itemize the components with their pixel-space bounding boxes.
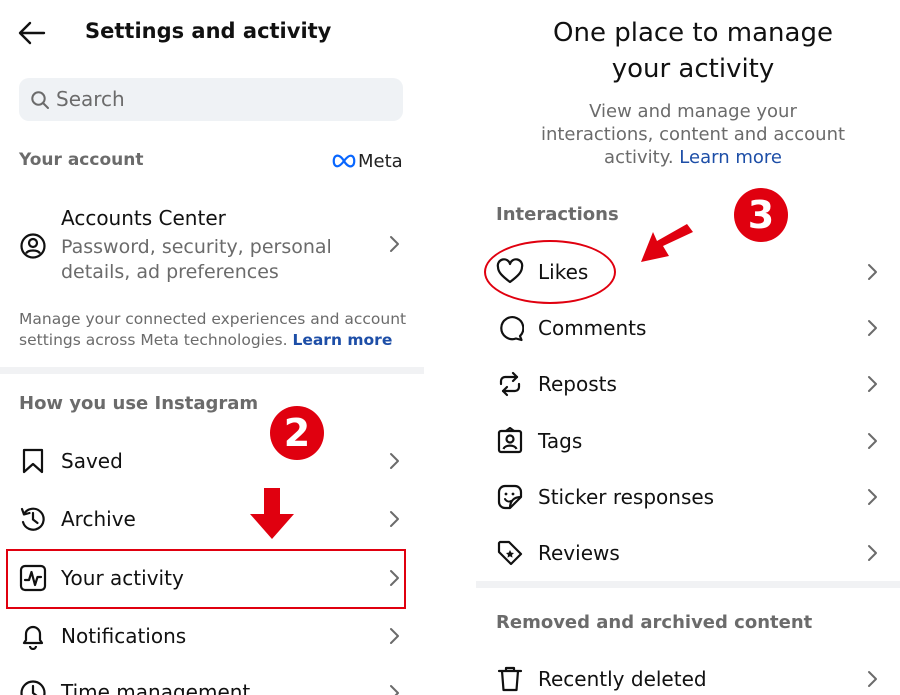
manage-text-line-1: Manage your connected experiences and ac… <box>19 310 407 328</box>
accounts-center-subtitle-1: Password, security, personal <box>61 236 332 258</box>
back-button[interactable] <box>16 18 48 48</box>
chevron-right-icon <box>390 453 399 469</box>
settings-and-activity-screen: Settings and activity Search Your accoun… <box>0 0 424 695</box>
chevron-right-icon <box>868 671 877 687</box>
learn-more-link[interactable]: Learn more <box>679 147 782 168</box>
menu-item-archive[interactable]: Archive <box>0 490 424 546</box>
chevron-right-icon <box>390 628 399 644</box>
chevron-right-icon <box>868 433 877 449</box>
meta-logo: Meta <box>332 150 403 172</box>
bell-icon <box>22 625 44 650</box>
repost-icon <box>499 371 521 397</box>
search-icon <box>31 91 49 109</box>
chevron-right-icon <box>390 236 399 252</box>
menu-item-label: Archive <box>61 507 136 531</box>
chevron-right-icon <box>868 376 877 392</box>
accounts-center-title: Accounts Center <box>61 206 226 230</box>
accounts-center-item[interactable]: Accounts Center Password, security, pers… <box>0 200 424 292</box>
manage-text-line-2-wrap: settings across Meta technologies. Learn… <box>19 331 392 349</box>
chevron-right-icon <box>868 489 877 505</box>
chevron-right-icon <box>868 264 877 280</box>
search-input[interactable]: Search <box>56 87 125 111</box>
activity-title-line-2: your activity <box>611 54 775 84</box>
account-circle-icon <box>20 233 46 259</box>
your-account-label: Your account <box>19 150 144 170</box>
activity-desc-line-3: activity. <box>604 147 674 168</box>
annotation-down-arrow <box>250 488 294 539</box>
chevron-right-icon <box>390 511 399 527</box>
step-badge: 3 <box>734 188 788 242</box>
activity-item-tags[interactable]: Tags <box>476 413 900 469</box>
chevron-right-icon <box>868 320 877 336</box>
activity-title-line-1: One place to manage <box>553 18 833 48</box>
activity-desc-line-3-wrap: activity. Learn more <box>476 147 900 168</box>
menu-item-label: Time management <box>61 680 251 695</box>
activity-item-label: Comments <box>538 316 647 340</box>
search-bar[interactable]: Search <box>19 78 403 121</box>
meta-infinity-icon <box>332 154 356 168</box>
activity-item-label: Reviews <box>538 541 620 565</box>
menu-item-label: Saved <box>61 449 123 473</box>
activity-item-label: Tags <box>538 429 583 453</box>
accounts-center-subtitle-2: details, ad preferences <box>61 261 279 283</box>
activity-desc-line-2: interactions, content and account <box>540 124 846 145</box>
meta-logo-text: Meta <box>358 150 403 172</box>
activity-desc-line-1: View and manage your <box>589 101 797 122</box>
clock-icon <box>20 680 46 695</box>
tag-person-icon <box>497 427 523 454</box>
menu-item-time-management[interactable]: Time management <box>0 664 424 695</box>
activity-item-label: Recently deleted <box>538 667 707 691</box>
activity-item-recently-deleted[interactable]: Recently deleted <box>476 651 900 695</box>
step-badge-number: 3 <box>747 193 775 237</box>
trash-icon <box>497 666 523 692</box>
activity-item-label: Reposts <box>538 372 617 396</box>
section-divider <box>0 367 424 374</box>
bookmark-icon <box>22 448 44 474</box>
your-activity-screen: One place to manage your activity View a… <box>476 0 900 695</box>
activity-item-sticker-responses[interactable]: Sticker responses <box>476 469 900 525</box>
section-divider <box>476 581 900 588</box>
activity-item-label: Sticker responses <box>538 485 715 509</box>
panel-gap <box>424 0 476 695</box>
activity-item-comments[interactable]: Comments <box>476 300 900 356</box>
review-tag-icon <box>497 540 523 566</box>
highlight-ellipse <box>484 240 616 304</box>
menu-item-saved[interactable]: Saved <box>0 432 424 488</box>
interactions-label: Interactions <box>496 204 619 225</box>
learn-more-link[interactable]: Learn more <box>292 331 392 349</box>
back-arrow-icon <box>18 21 46 45</box>
menu-item-label: Notifications <box>61 624 187 648</box>
comment-icon <box>500 316 524 342</box>
archive-clock-icon <box>20 507 45 531</box>
activity-item-reposts[interactable]: Reposts <box>476 356 900 412</box>
section-label: How you use Instagram <box>19 393 259 414</box>
sticker-icon <box>497 484 523 510</box>
manage-text-line-2: settings across Meta technologies. <box>19 331 288 349</box>
chevron-right-icon <box>390 685 399 695</box>
chevron-right-icon <box>868 545 877 561</box>
page-title: Settings and activity <box>85 19 332 43</box>
activity-item-reviews[interactable]: Reviews <box>476 525 900 581</box>
removed-archived-label: Removed and archived content <box>496 612 813 633</box>
highlight-box <box>6 549 406 609</box>
menu-item-notifications[interactable]: Notifications <box>0 607 424 663</box>
